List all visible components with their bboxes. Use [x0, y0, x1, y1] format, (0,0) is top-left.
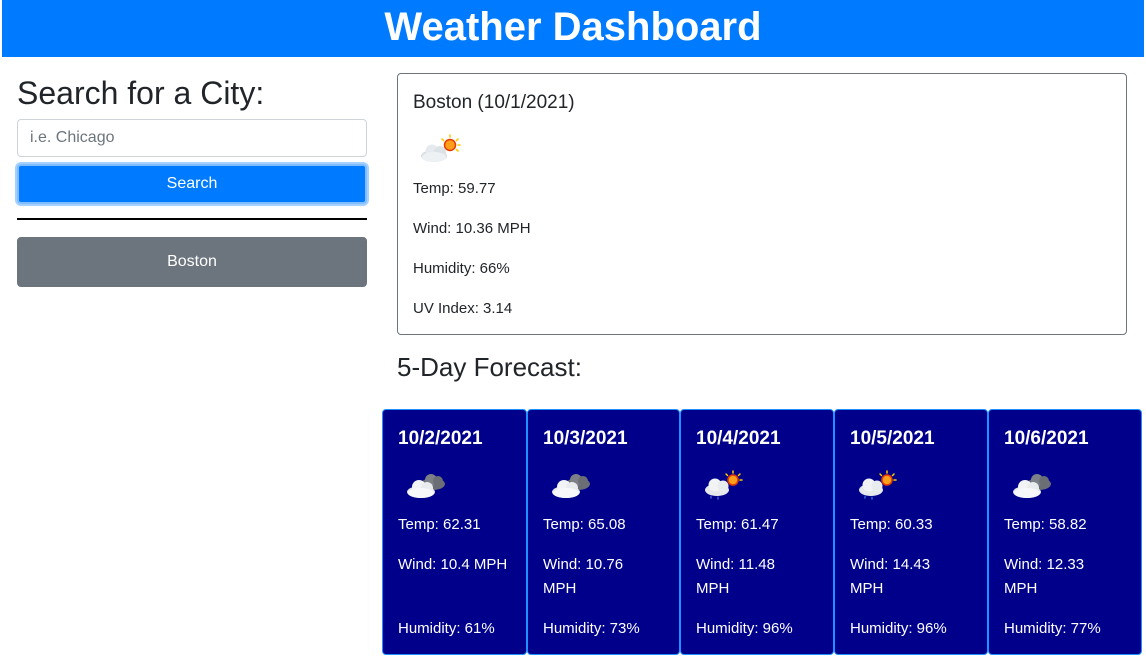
forecast-wind: Wind: 14.43 MPH: [850, 556, 931, 597]
forecast-date: 10/4/2021: [696, 428, 781, 449]
search-button[interactable]: Search: [17, 164, 367, 204]
cloudy-night-icon: [1013, 474, 1051, 498]
forecast-humidity: Humidity: 61%: [398, 620, 495, 637]
cloudy-night-icon: [407, 474, 445, 498]
search-heading: Search for a City:: [17, 75, 265, 111]
forecast-humidity: Humidity: 77%: [1004, 620, 1101, 637]
forecast-card: 10/4/2021 Temp: 61.47 Wind: 11.48 MPH Hu…: [680, 409, 834, 655]
forecast-temp: Temp: 58.82: [1004, 516, 1087, 533]
forecast-date: 10/3/2021: [543, 428, 628, 449]
current-weather-card: Boston (10/1/2021) Temp: 59.77 Wind: 10.…: [397, 73, 1127, 335]
forecast-temp: Temp: 60.33: [850, 516, 933, 533]
history-city-button[interactable]: Boston: [17, 237, 367, 287]
divider: [17, 218, 367, 220]
forecast-date: 10/2/2021: [398, 428, 483, 449]
forecast-temp: Temp: 65.08: [543, 516, 626, 533]
forecast-wind: Wind: 10.4 MPH: [398, 556, 508, 573]
forecast-humidity: Humidity: 73%: [543, 620, 640, 637]
forecast-row: 10/2/2021 Temp: 62.31 Wind: 10.4 MPH Hum…: [382, 409, 1142, 655]
forecast-wind: Wind: 10.76 MPH: [543, 556, 624, 597]
current-uv-index: UV Index: 3.14: [413, 300, 513, 317]
cloudy-night-icon: [552, 474, 590, 498]
rain-sun-icon: [859, 470, 897, 500]
forecast-card: 10/6/2021 Temp: 58.82 Wind: 12.33 MPH Hu…: [988, 409, 1142, 655]
current-city-date: Boston (10/1/2021): [413, 92, 575, 113]
forecast-heading: 5-Day Forecast:: [397, 352, 582, 382]
forecast-temp: Temp: 61.47: [696, 516, 779, 533]
forecast-wind: Wind: 12.33 MPH: [1004, 556, 1085, 597]
forecast-date: 10/6/2021: [1004, 428, 1089, 449]
city-search-input[interactable]: [17, 119, 367, 157]
page-header: Weather Dashboard: [2, 0, 1144, 57]
forecast-date: 10/5/2021: [850, 428, 935, 449]
forecast-humidity: Humidity: 96%: [696, 620, 793, 637]
current-temp: Temp: 59.77: [413, 180, 496, 197]
forecast-card: 10/3/2021 Temp: 65.08 Wind: 10.76 MPH Hu…: [527, 409, 680, 655]
current-wind: Wind: 10.36 MPH: [413, 220, 531, 237]
rain-sun-icon: [705, 470, 743, 500]
forecast-temp: Temp: 62.31: [398, 516, 481, 533]
forecast-card: 10/5/2021 Temp: 60.33 Wind: 14.43 MPH Hu…: [834, 409, 988, 655]
forecast-card: 10/2/2021 Temp: 62.31 Wind: 10.4 MPH Hum…: [382, 409, 527, 655]
current-humidity: Humidity: 66%: [413, 260, 510, 277]
partly-cloudy-day-icon: [421, 134, 461, 162]
forecast-wind: Wind: 11.48 MPH: [696, 556, 775, 597]
forecast-humidity: Humidity: 96%: [850, 620, 947, 637]
page-title: Weather Dashboard: [384, 5, 762, 49]
